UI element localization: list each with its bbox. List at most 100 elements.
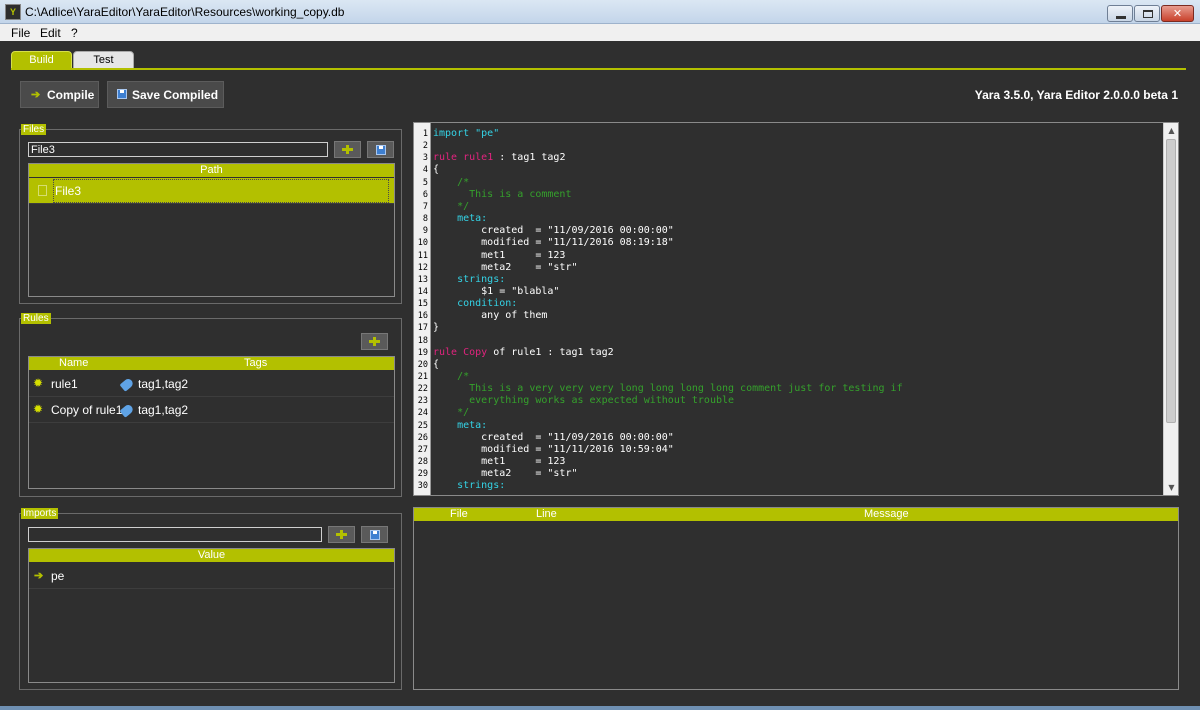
app-icon: Y xyxy=(5,4,21,20)
file-path-input[interactable] xyxy=(28,142,328,157)
code-editor[interactable]: 1 2 3 4 5 6 7 8 9 10 11 12 13 14 15 16 17 18 19 20 21 22 23 24 2… xyxy=(413,122,1179,496)
tab-test[interactable]: Test xyxy=(73,51,134,69)
rules-header-tags[interactable]: Tags xyxy=(244,357,267,370)
code-token: meta2 = "str" xyxy=(433,468,578,480)
close-button[interactable]: ✕ xyxy=(1161,5,1194,22)
code-line: meta: xyxy=(433,420,487,431)
code-line: modified = "11/11/2016 10:59:04" xyxy=(433,444,674,455)
code-token: strings: xyxy=(433,273,506,285)
add-rule-button[interactable] xyxy=(361,333,388,350)
list-item[interactable]: ➔ pe xyxy=(29,563,394,589)
save-file-button[interactable] xyxy=(367,141,394,158)
messages-header-message[interactable]: Message xyxy=(864,508,909,521)
save-compiled-label: Save Compiled xyxy=(132,88,219,102)
line-number: 13 xyxy=(417,274,428,285)
table-row[interactable]: ✹ Copy of rule1 tag1,tag2 xyxy=(29,397,394,423)
tab-build[interactable]: Build xyxy=(11,51,72,69)
list-item[interactable]: File3 xyxy=(29,178,394,204)
code-line: } xyxy=(433,322,439,333)
add-import-button[interactable] xyxy=(328,526,355,543)
line-number: 14 xyxy=(417,286,428,297)
files-header-path[interactable]: Path xyxy=(29,164,394,177)
code-line: strings: xyxy=(433,274,505,285)
rules-list: Name Tags ✹ rule1 tag1,tag2 ✹ Copy of ru… xyxy=(28,356,395,489)
line-number: 28 xyxy=(417,457,428,468)
code-line: /* xyxy=(433,177,469,188)
maximize-icon xyxy=(1143,10,1153,18)
messages-header-file[interactable]: File xyxy=(450,508,468,521)
code-token: } xyxy=(433,322,440,334)
code-line: modified = "11/11/2016 08:19:18" xyxy=(433,237,674,248)
imports-group-label: Imports xyxy=(21,508,59,519)
plus-icon xyxy=(336,530,347,539)
rule-name: Copy of rule1 xyxy=(51,403,123,417)
code-token: rule xyxy=(433,346,464,358)
code-line: /* xyxy=(433,371,469,382)
plus-icon xyxy=(369,337,380,346)
code-token: { xyxy=(433,358,440,370)
line-number: 10 xyxy=(417,238,428,249)
rules-header: Name Tags xyxy=(29,357,394,370)
code-line: meta: xyxy=(433,213,487,224)
code-token: : tag1 tag2 xyxy=(493,152,566,164)
code-line: created = "11/09/2016 00:00:00" xyxy=(433,432,674,443)
code-token: $1 = "blabla" xyxy=(433,285,560,297)
code-token: met1 = 123 xyxy=(433,249,566,261)
save-import-button[interactable] xyxy=(361,526,388,543)
line-number: 5 xyxy=(422,177,428,188)
rule-tags: tag1,tag2 xyxy=(138,377,189,391)
messages-panel: File Line Message xyxy=(413,507,1179,690)
editor-scrollbar[interactable]: ▲ ▼ xyxy=(1163,123,1178,495)
save-compiled-button[interactable]: Save Compiled xyxy=(107,81,224,108)
arrow-right-icon: ➔ xyxy=(34,570,44,582)
code-token: /* xyxy=(433,176,470,188)
imports-header-value[interactable]: Value xyxy=(29,549,394,562)
rule-name: rule1 xyxy=(51,377,78,391)
code-line: met1 = 123 xyxy=(433,250,565,261)
file-icon xyxy=(38,185,47,196)
line-number-gutter: 1 2 3 4 5 6 7 8 9 10 11 12 13 14 15 16 17 18 19 20 21 22 23 24 2… xyxy=(414,123,431,495)
rules-group: Rules Name Tags ✹ rule1 tag1,tag2 ✹ Copy… xyxy=(19,313,402,497)
line-number: 15 xyxy=(417,299,428,310)
tag-icon xyxy=(119,377,135,392)
window-bottom-border xyxy=(0,706,1200,710)
scroll-thumb[interactable] xyxy=(1166,139,1176,423)
line-number: 17 xyxy=(417,323,428,334)
line-number: 24 xyxy=(417,408,428,419)
window-title: C:\Adlice\YaraEditor\YaraEditor\Resource… xyxy=(25,5,345,19)
menu-help[interactable]: ? xyxy=(71,26,78,40)
line-number: 9 xyxy=(422,226,428,237)
code-line: rule Copy of rule1 : tag1 tag2 xyxy=(433,347,614,358)
line-number: 12 xyxy=(417,262,428,273)
scroll-up-icon[interactable]: ▲ xyxy=(1164,123,1178,138)
save-icon xyxy=(117,89,127,99)
version-info: Yara 3.5.0, Yara Editor 2.0.0.0 beta 1 xyxy=(974,88,1178,102)
code-token: { xyxy=(433,164,440,176)
scroll-down-icon[interactable]: ▼ xyxy=(1164,480,1178,495)
menu-edit[interactable]: Edit xyxy=(40,26,61,40)
rules-header-name[interactable]: Name xyxy=(59,357,88,370)
code-line: strings: xyxy=(433,480,505,491)
save-icon xyxy=(370,530,380,540)
code-token: rule1 xyxy=(463,152,494,164)
code-line: This is a very very very long long long … xyxy=(433,383,903,394)
line-number: 11 xyxy=(417,250,428,261)
messages-header-line[interactable]: Line xyxy=(536,508,557,521)
minimize-button[interactable] xyxy=(1107,5,1133,22)
add-file-button[interactable] xyxy=(334,141,361,158)
import-input[interactable] xyxy=(28,527,322,542)
menu-file[interactable]: File xyxy=(11,26,30,40)
code-token: This is a comment xyxy=(433,188,572,200)
code-line: met1 = 123 xyxy=(433,456,565,467)
files-group-label: Files xyxy=(21,124,47,135)
line-number: 22 xyxy=(417,384,428,395)
code-token: modified = "11/11/2016 08:19:18" xyxy=(433,237,674,249)
compile-button[interactable]: ➔ Compile xyxy=(20,81,99,108)
tab-underline xyxy=(11,68,1186,70)
table-row[interactable]: ✹ rule1 tag1,tag2 xyxy=(29,371,394,397)
code-token: met1 = 123 xyxy=(433,456,566,468)
close-icon: ✕ xyxy=(1172,7,1183,20)
maximize-button[interactable] xyxy=(1134,5,1160,22)
line-number: 2 xyxy=(422,141,428,152)
code-line: This is a comment xyxy=(433,189,571,200)
